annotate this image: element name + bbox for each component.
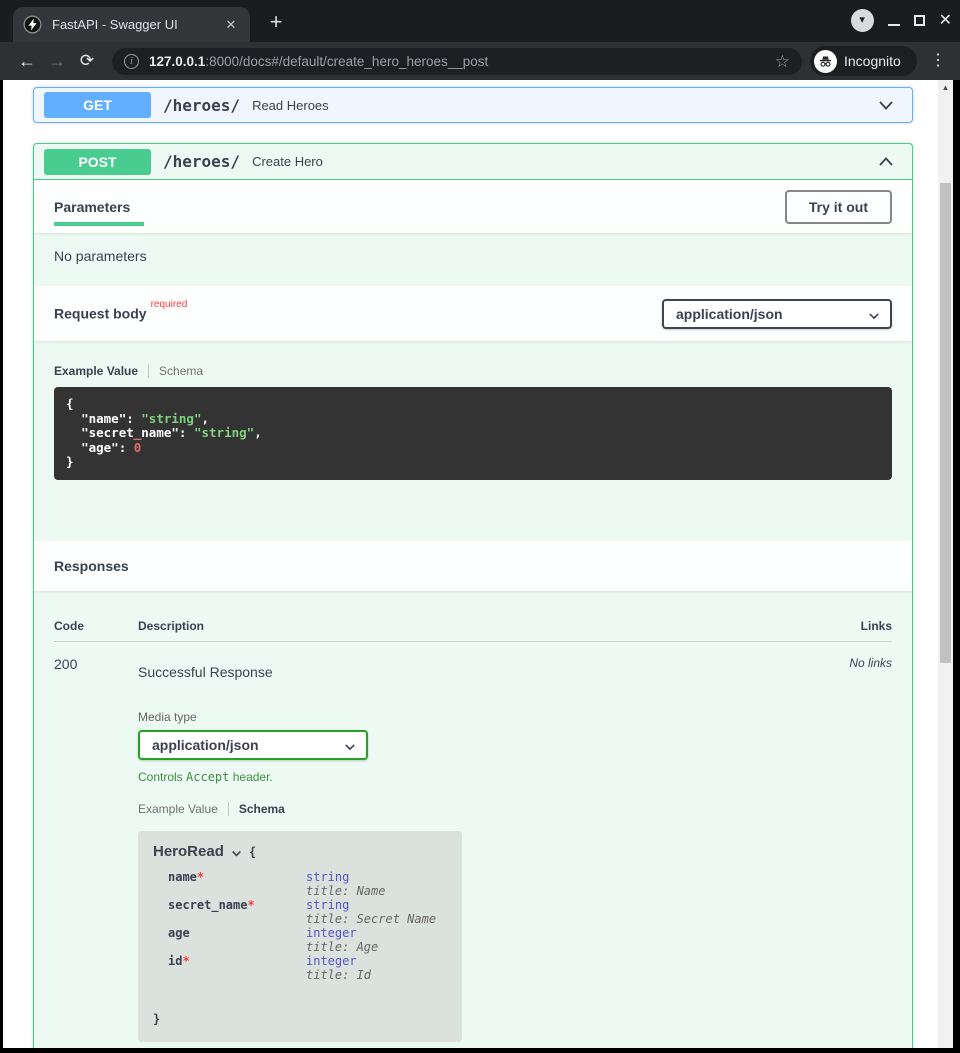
responses-title: Responses — [54, 558, 129, 574]
menu-kebab-icon[interactable]: ⋮ — [928, 45, 948, 77]
scroll-up-arrow-icon[interactable]: ▲ — [938, 83, 953, 92]
get-method-badge: GET — [44, 92, 151, 118]
scrollbar-thumb[interactable] — [940, 183, 951, 663]
url-text[interactable]: 127.0.0.1:8000/docs#/default/create_hero… — [149, 54, 767, 69]
parameters-tab: Parameters — [54, 199, 130, 215]
model-property: age integer title: Age — [153, 926, 447, 954]
bookmark-star-icon[interactable]: ☆ — [775, 52, 790, 72]
required-star: * — [197, 870, 204, 884]
header-links: Links — [822, 619, 892, 633]
tab-example-value[interactable]: Example Value — [54, 364, 138, 378]
model-property: name* string title: Name — [153, 870, 447, 898]
response-schema-tabs: Example Value Schema — [138, 802, 822, 816]
model-property: id* integer title: Id — [153, 954, 447, 982]
try-it-out-button[interactable]: Try it out — [785, 190, 892, 224]
responses-table-header: Code Description Links — [54, 619, 892, 642]
chevron-down-icon[interactable] — [876, 95, 896, 115]
get-endpoint-path: /heroes/ — [163, 96, 240, 115]
response-code: 200 — [54, 656, 138, 1042]
fastapi-favicon-icon — [23, 15, 42, 34]
tab-example-value[interactable]: Example Value — [138, 802, 218, 816]
forward-icon[interactable]: → — [42, 51, 72, 72]
model-name: HeroRead — [153, 845, 224, 859]
incognito-icon — [814, 50, 837, 73]
tab-schema[interactable]: Schema — [239, 802, 285, 816]
tab-divider — [148, 364, 149, 378]
tab-strip: FastAPI - Swagger UI ✕ + ▾ ✕ — [0, 0, 960, 42]
address-bar[interactable]: i 127.0.0.1:8000/docs#/default/create_he… — [112, 48, 802, 75]
required-star: * — [247, 898, 254, 912]
chevron-down-icon — [867, 309, 881, 323]
request-content-type-select[interactable]: application/json — [662, 299, 892, 329]
get-endpoint-summary: Read Heroes — [252, 98, 876, 113]
tab-close-icon[interactable]: ✕ — [222, 16, 240, 34]
header-description: Description — [138, 619, 822, 633]
response-row-200: 200 Successful Response Media type appli… — [54, 642, 892, 1042]
no-parameters-text: No parameters — [34, 233, 912, 286]
incognito-badge: Incognito — [810, 46, 917, 76]
swagger-page: GET /heroes/ Read Heroes POST /heroes/ C… — [3, 80, 938, 1048]
response-media-type-select[interactable]: application/json — [138, 730, 368, 760]
minimize-icon[interactable] — [888, 24, 900, 26]
opblock-post-heroes: POST /heroes/ Create Hero Parameters Try… — [33, 143, 913, 1048]
chevron-up-icon[interactable] — [876, 152, 896, 172]
post-summary-bar[interactable]: POST /heroes/ Create Hero — [34, 144, 912, 180]
model-close-brace: } — [153, 1012, 447, 1026]
maximize-icon[interactable] — [914, 15, 925, 26]
tab-schema[interactable]: Schema — [159, 364, 203, 378]
url-path: :8000/docs#/default/create_hero_heroes__… — [205, 54, 488, 69]
opblock-get-heroes[interactable]: GET /heroes/ Read Heroes — [33, 87, 913, 123]
response-links: No links — [822, 656, 892, 1042]
post-endpoint-path: /heroes/ — [163, 152, 240, 171]
response-row-422: 422 Validation Error No links — [54, 1042, 892, 1049]
incognito-label: Incognito — [844, 53, 901, 69]
tab-title: FastAPI - Swagger UI — [52, 17, 222, 32]
back-icon[interactable]: ← — [12, 51, 42, 72]
window-menu-icon[interactable]: ▾ — [851, 9, 874, 32]
post-endpoint-summary: Create Hero — [252, 154, 876, 169]
tab-divider — [228, 802, 229, 816]
url-host: 127.0.0.1 — [149, 54, 205, 69]
model-toggle-chevron-icon[interactable] — [230, 847, 243, 860]
header-code: Code — [54, 619, 138, 633]
new-tab-button[interactable]: + — [262, 9, 290, 37]
media-type-label: Media type — [138, 710, 822, 724]
required-star: * — [182, 954, 189, 968]
model-property: secret_name* string title: Secret Name — [153, 898, 447, 926]
post-method-badge: POST — [44, 149, 151, 175]
required-badge: required — [151, 299, 188, 310]
response-description: Successful Response — [138, 664, 822, 680]
request-example-tabs: Example Value Schema — [54, 364, 892, 378]
reload-icon[interactable]: ⟳ — [72, 51, 102, 71]
site-info-icon[interactable]: i — [124, 54, 139, 69]
page-scrollbar[interactable]: ▲ — [938, 80, 953, 1048]
close-window-icon[interactable]: ✕ — [939, 10, 952, 32]
request-example-code: { "name": "string", "secret_name": "stri… — [54, 387, 892, 480]
model-heroread: HeroRead { name* string — [138, 831, 462, 1042]
model-open-brace: { — [249, 845, 256, 859]
browser-tab[interactable]: FastAPI - Swagger UI ✕ — [13, 7, 250, 42]
request-body-label: Request bodyrequired — [54, 305, 187, 322]
browser-toolbar: ← → ⟳ i 127.0.0.1:8000/docs#/default/cre… — [0, 42, 960, 80]
chevron-down-icon — [343, 740, 357, 754]
accept-header-note: Controls Accept header. — [138, 770, 822, 784]
